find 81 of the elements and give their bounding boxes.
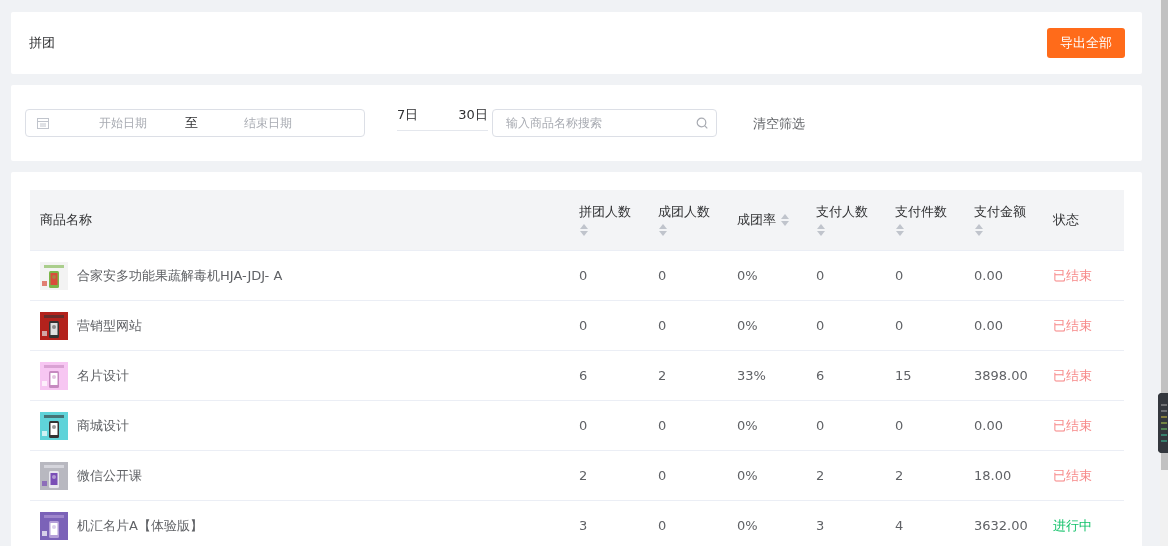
date-range-field[interactable]: 开始日期 至 结束日期 xyxy=(25,109,365,137)
status-text: 已结束 xyxy=(1053,466,1092,485)
table-cell: 0 xyxy=(579,318,588,333)
header-cell[interactable]: 拼团人数 xyxy=(569,190,648,251)
column-header: 支付件数 xyxy=(895,203,947,221)
range-tab[interactable]: 30日 xyxy=(458,105,488,124)
table-cell: 4 xyxy=(895,518,904,533)
table-cell: 0% xyxy=(737,318,758,333)
start-date-input[interactable]: 开始日期 xyxy=(61,115,185,131)
column-header: 商品名称 xyxy=(40,211,92,229)
status-text: 已结束 xyxy=(1053,416,1092,435)
scrollbar-thumb[interactable] xyxy=(1161,0,1168,470)
column-header: 拼团人数 xyxy=(579,203,631,221)
calendar-icon xyxy=(37,117,49,129)
status-text: 进行中 xyxy=(1053,516,1092,535)
table-cell: 0% xyxy=(737,268,758,283)
table-cell: 2 xyxy=(895,468,904,483)
table-cell: 0 xyxy=(895,268,904,283)
sort-icon[interactable] xyxy=(895,223,905,237)
status-text: 已结束 xyxy=(1053,366,1092,385)
table-cell: 0 xyxy=(895,418,904,433)
table-cell: 0 xyxy=(658,268,667,283)
sort-icon[interactable] xyxy=(780,213,790,227)
column-header: 状态 xyxy=(1053,211,1079,229)
product-name: 微信公开课 xyxy=(77,466,142,485)
end-date-input[interactable]: 结束日期 xyxy=(206,115,330,131)
table-cell: 0% xyxy=(737,518,758,533)
column-header: 支付金额 xyxy=(974,203,1026,221)
table-cell: 0 xyxy=(895,318,904,333)
table-cell: 0 xyxy=(816,268,825,283)
table-cell: 6 xyxy=(816,368,825,383)
table-cell: 0.00 xyxy=(974,418,1003,433)
table-cell: 0.00 xyxy=(974,318,1003,333)
table-cell: 33% xyxy=(737,368,766,383)
sort-icon[interactable] xyxy=(579,223,589,237)
table-cell: 2 xyxy=(816,468,825,483)
table-cell: 2 xyxy=(658,368,667,383)
status-text: 已结束 xyxy=(1053,316,1092,335)
table-cell: 0% xyxy=(737,468,758,483)
table-cell: 0 xyxy=(579,268,588,283)
product-name: 营销型网站 xyxy=(77,316,142,335)
table-cell: 6 xyxy=(579,368,588,383)
product-name: 商城设计 xyxy=(77,416,129,435)
product-name: 合家安多功能果蔬解毒机HJA-JDJ- A xyxy=(77,266,283,285)
clear-filter-link[interactable]: 清空筛选 xyxy=(752,115,805,133)
table-cell: 0% xyxy=(737,418,758,433)
range-tab[interactable]: 7日 xyxy=(397,105,419,124)
sort-icon[interactable] xyxy=(658,223,668,237)
column-header: 成团率 xyxy=(737,211,776,229)
table-cell: 0.00 xyxy=(974,268,1003,283)
table-cell: 0 xyxy=(658,318,667,333)
table-cell: 0 xyxy=(658,468,667,483)
column-header: 支付人数 xyxy=(816,203,868,221)
table-cell: 0 xyxy=(579,418,588,433)
header-cell[interactable]: 成团率 xyxy=(727,190,806,251)
search-icon[interactable] xyxy=(695,117,708,129)
table-cell: 2 xyxy=(579,468,588,483)
product-name: 名片设计 xyxy=(77,366,129,385)
header-cell[interactable]: 支付金额 xyxy=(964,190,1043,251)
table-cell: 3632.00 xyxy=(974,518,1028,533)
meter-widget-icon[interactable] xyxy=(1158,393,1168,453)
table-cell: 3 xyxy=(579,518,588,533)
header-cell[interactable]: 支付件数 xyxy=(885,190,964,251)
scrollbar[interactable] xyxy=(1160,0,1168,546)
header-cell[interactable]: 成团人数 xyxy=(648,190,727,251)
sort-icon[interactable] xyxy=(816,223,826,237)
table-cell: 0 xyxy=(658,518,667,533)
page-title: 拼团 xyxy=(29,34,55,52)
status-text: 已结束 xyxy=(1053,266,1092,285)
table-cell: 18.00 xyxy=(974,468,1012,483)
table-cell: 0 xyxy=(816,318,825,333)
table-cell: 3898.00 xyxy=(974,368,1028,383)
product-name: 机汇名片A【体验版】 xyxy=(77,516,203,535)
table-cell: 0 xyxy=(658,418,667,433)
sort-icon[interactable] xyxy=(974,223,984,237)
header-cell[interactable]: 支付人数 xyxy=(806,190,885,251)
table-cell: 3 xyxy=(816,518,825,533)
column-header: 成团人数 xyxy=(658,203,710,221)
table-cell: 15 xyxy=(895,368,912,383)
table-cell: 0 xyxy=(816,418,825,433)
search-field[interactable]: 输入商品名称搜索 xyxy=(491,109,717,137)
